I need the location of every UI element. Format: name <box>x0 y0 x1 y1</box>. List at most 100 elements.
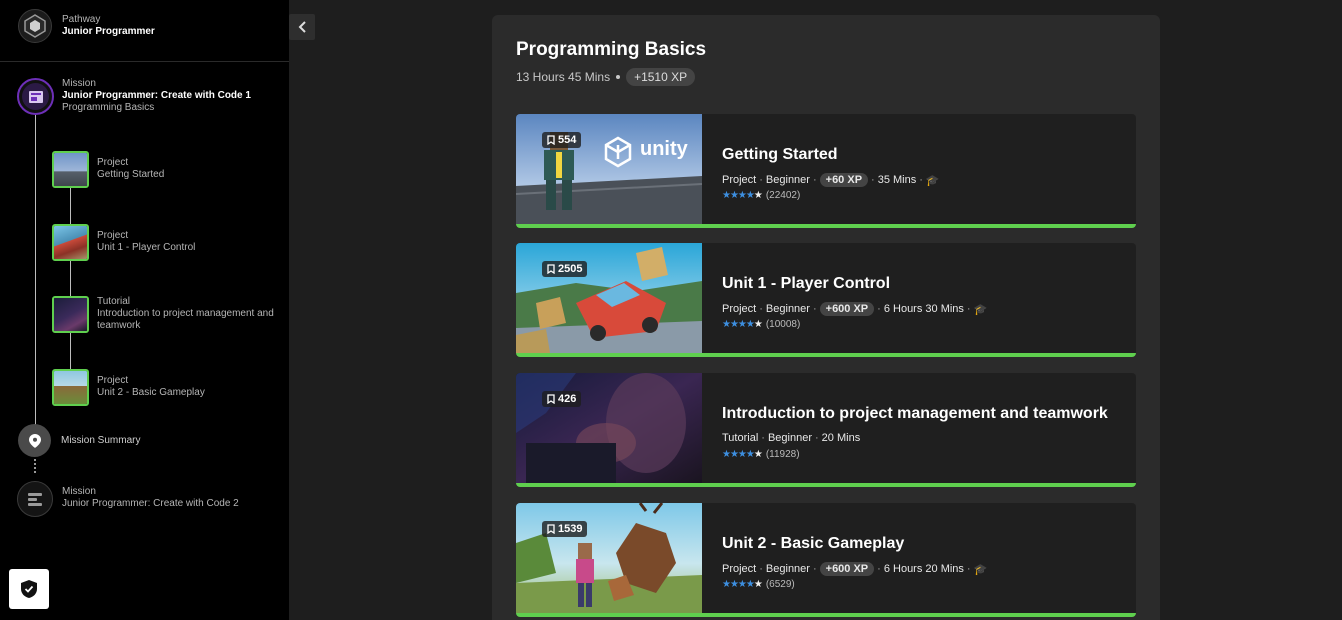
progress-bar <box>516 224 1136 228</box>
card-xp: +600 XP <box>819 302 875 316</box>
card-level: Beginner <box>765 174 810 186</box>
mission-badge-icon[interactable] <box>17 78 54 115</box>
timeline-subline <box>70 333 71 370</box>
card-thumbnail: 426 <box>516 373 702 483</box>
bookmark-count-value: 1539 <box>558 523 583 535</box>
sidebar-item-unit2[interactable]: Project Unit 2 - Basic Gameplay <box>97 375 205 399</box>
mission-next-name: Junior Programmer: Create with Code 2 <box>62 498 239 509</box>
sidebar-item-label: Introduction to project management and t… <box>97 308 274 331</box>
sidebar-item-label: Unit 2 - Basic Gameplay <box>97 387 205 398</box>
bookmark-count[interactable]: 554 <box>542 132 582 148</box>
rating-count: (11928) <box>765 449 800 460</box>
mission-current[interactable]: Mission Junior Programmer: Create with C… <box>62 78 251 114</box>
mission-label: Mission <box>62 78 96 89</box>
rating-count: (6529) <box>765 579 795 590</box>
graduation-cap-icon: 🎓 <box>925 174 940 187</box>
graduation-cap-icon: 🎓 <box>973 563 988 576</box>
card-title[interactable]: Getting Started <box>722 146 838 164</box>
app: Pathway Junior Programmer Mission Junior… <box>0 0 1342 620</box>
project-card[interactable]: 2505 Unit 1 - Player Control Project · Be… <box>516 243 1136 357</box>
bookmark-count-value: 2505 <box>558 263 583 275</box>
timeline-subline <box>70 261 71 297</box>
progress-bar <box>516 613 1136 617</box>
rating-count: (10008) <box>765 319 801 330</box>
card-xp: +600 XP <box>819 562 875 576</box>
bookmark-count-value: 426 <box>558 393 577 405</box>
sidebar-item-unit1[interactable]: Project Unit 1 - Player Control <box>97 230 195 254</box>
mission-next[interactable]: Mission Junior Programmer: Create with C… <box>62 486 239 510</box>
sidebar-mission-summary[interactable]: Mission Summary <box>61 435 140 447</box>
shield-button[interactable] <box>9 569 49 609</box>
sidebar-item-thumb[interactable] <box>52 151 89 188</box>
project-card[interactable]: 1539 Unit 2 - Basic Gameplay Project · Be… <box>516 503 1136 617</box>
sidebar: Pathway Junior Programmer Mission Junior… <box>0 0 289 620</box>
mission-next-label: Mission <box>62 486 96 497</box>
bookmark-icon <box>547 264 555 274</box>
xp-badge: +1510 XP <box>626 68 696 86</box>
sidebar-item-intro-pm[interactable]: Tutorial Introduction to project managem… <box>97 296 277 332</box>
sidebar-item-thumb[interactable] <box>52 224 89 261</box>
progress-bar <box>516 353 1136 357</box>
card-type: Project <box>722 303 757 315</box>
card-type: Project <box>722 563 757 575</box>
card-level: Beginner <box>767 432 812 444</box>
rating-count: (22402) <box>765 190 801 201</box>
bookmark-count[interactable]: 2505 <box>542 261 588 277</box>
shield-icon <box>21 580 37 598</box>
timeline-line <box>35 115 36 425</box>
bookmark-icon <box>547 135 555 145</box>
sidebar-item-type: Tutorial <box>97 296 130 307</box>
pathway-name: Junior Programmer <box>62 26 155 37</box>
card-duration: 20 Mins <box>821 432 861 444</box>
sidebar-item-type: Project <box>97 375 129 386</box>
project-card[interactable]: 554 unity Getting Started Project · Begin… <box>516 114 1136 228</box>
location-pin-icon[interactable] <box>18 424 51 457</box>
sidebar-item-label: Unit 1 - Player Control <box>97 242 196 253</box>
sidebar-item-type: Project <box>97 230 129 241</box>
star-rating-icon: ★★★★★ <box>722 319 763 330</box>
sidebar-item-thumb[interactable] <box>52 296 89 333</box>
pathway-badge-icon <box>18 9 52 43</box>
card-duration: 6 Hours 30 Mins <box>883 303 964 315</box>
chevron-left-icon <box>298 21 306 33</box>
sidebar-item-getting-started[interactable]: Project Getting Started <box>97 157 164 181</box>
star-rating-icon: ★★★★★ <box>722 190 763 201</box>
bookmark-count[interactable]: 426 <box>542 391 582 407</box>
mission-sub: Programming Basics <box>62 102 155 113</box>
card-duration: 35 Mins <box>877 174 917 186</box>
bookmark-count[interactable]: 1539 <box>542 521 588 537</box>
project-card[interactable]: 426 Introduction to project management a… <box>516 373 1136 487</box>
card-title[interactable]: Unit 1 - Player Control <box>722 275 890 293</box>
mission-name: Junior Programmer: Create with Code 1 <box>62 90 251 101</box>
pathway-header[interactable]: Pathway Junior Programmer <box>0 0 289 62</box>
mission-next-badge-icon[interactable] <box>17 481 53 517</box>
meta-separator <box>616 75 621 79</box>
card-rating: ★★★★★ (10008) <box>722 319 800 330</box>
card-title[interactable]: Introduction to project management and t… <box>722 405 1108 423</box>
progress-bar <box>516 483 1136 487</box>
card-rating: ★★★★★ (22402) <box>722 190 800 201</box>
card-level: Beginner <box>765 563 810 575</box>
card-meta: Tutorial · Beginner · 20 Mins <box>722 432 861 444</box>
card-rating: ★★★★★ (6529) <box>722 579 795 590</box>
card-rating: ★★★★★ (11928) <box>722 449 800 460</box>
unity-logo-text: unity <box>640 138 688 160</box>
timeline-subline <box>70 187 71 225</box>
bookmark-icon <box>547 524 555 534</box>
card-type: Project <box>722 174 757 186</box>
card-thumbnail: 554 unity <box>516 114 702 224</box>
card-title[interactable]: Unit 2 - Basic Gameplay <box>722 535 904 553</box>
pathway-label: Pathway <box>62 14 101 25</box>
bookmark-count-value: 554 <box>558 134 577 146</box>
sidebar-item-thumb[interactable] <box>52 369 89 406</box>
summary-label: Mission Summary <box>61 435 141 446</box>
star-rating-icon: ★★★★★ <box>722 449 763 460</box>
card-xp: +60 XP <box>819 173 869 187</box>
timeline-dots <box>34 459 36 473</box>
bookmark-icon <box>547 394 555 404</box>
duration-hours: 13 Hours <box>516 70 565 84</box>
card-duration: 6 Hours 20 Mins <box>883 563 964 575</box>
card-level: Beginner <box>765 303 810 315</box>
collapse-sidebar-button[interactable] <box>289 14 315 40</box>
card-meta: Project · Beginner · +60 XP · 35 Mins · 🎓 <box>722 173 940 187</box>
